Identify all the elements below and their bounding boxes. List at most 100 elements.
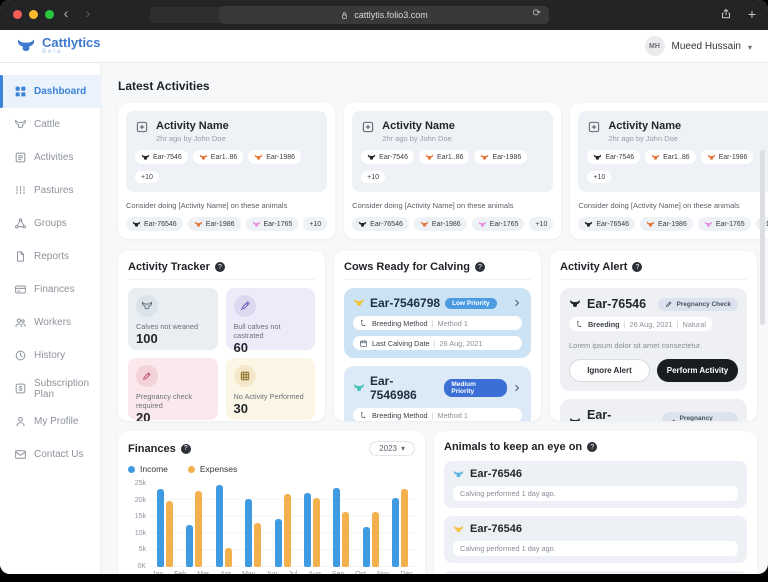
- year-dropdown[interactable]: 2023: [369, 441, 415, 456]
- scrollbar[interactable]: [760, 150, 765, 325]
- animal-tag[interactable]: Ear-1986: [248, 150, 301, 164]
- watch-note: Calving performed 1 day ago.: [453, 486, 738, 501]
- watch-card[interactable]: Ear-76546Calving performed 1 day ago.: [444, 461, 747, 508]
- animal-tag[interactable]: Ear-1765: [246, 217, 299, 231]
- more-tags-chip[interactable]: +10: [135, 171, 159, 183]
- cows-calving-panel: Cows Ready for Calving Ear-7546798Low Pr…: [334, 251, 541, 421]
- stat-value: 100: [136, 331, 210, 346]
- forward-button[interactable]: [80, 5, 96, 21]
- animal-tag[interactable]: Ear-1986: [188, 217, 241, 231]
- more-tags-chip[interactable]: +10: [361, 171, 385, 183]
- finances-panel: Finances 2023 IncomeExpenses 25k20k15k10…: [118, 431, 425, 574]
- sidebar-item-groups[interactable]: Groups: [0, 207, 100, 240]
- animal-tag-label: Ear-7546: [379, 154, 408, 161]
- detail-label: Breeding Method: [372, 319, 428, 328]
- info-icon[interactable]: [632, 262, 642, 272]
- ear-tag: Ear-7546986: [370, 374, 439, 402]
- ignore-alert-button[interactable]: Ignore Alert: [569, 359, 650, 382]
- animal-tag[interactable]: Ear-1986: [701, 150, 754, 164]
- animal-tag[interactable]: Ear1..86: [193, 150, 243, 164]
- y-tick-label: 15k: [128, 513, 146, 520]
- bar-group: [333, 488, 349, 567]
- new-tab-button[interactable]: [748, 6, 756, 22]
- app-header: Cattlytics Beta MH Mueed Hussain: [0, 30, 768, 63]
- sidebar-item-dashboard[interactable]: Dashboard: [0, 75, 100, 108]
- expenses-bar: [195, 491, 202, 567]
- activity-name: Activity Name: [608, 120, 681, 132]
- expenses-bar: [254, 523, 261, 567]
- sidebar-item-workers[interactable]: Workers: [0, 306, 100, 339]
- info-icon[interactable]: [587, 442, 597, 452]
- animal-tag[interactable]: Ear-7546: [587, 150, 640, 164]
- animal-tag[interactable]: Ear1..86: [645, 150, 695, 164]
- zoom-window-button[interactable]: [45, 10, 54, 19]
- watch-card[interactable]: Ear-76546Calving performed 1 day ago.: [444, 516, 747, 563]
- sidebar-item-subscription-plan[interactable]: Subscription Plan: [0, 372, 100, 405]
- animal-tag-label: Ear-1986: [719, 154, 748, 161]
- bar-group: [304, 493, 320, 567]
- animal-tag[interactable]: Ear-1986: [474, 150, 527, 164]
- more-tags-chip[interactable]: +10: [529, 217, 553, 231]
- animal-tag[interactable]: Ear-7546: [135, 150, 188, 164]
- sidebar-item-my-profile[interactable]: My Profile: [0, 405, 100, 438]
- animals-watch-panel: Animals to keep an eye on Ear-76546Calvi…: [434, 431, 757, 574]
- share-icon: [720, 8, 732, 20]
- finances-icon: [14, 283, 27, 296]
- window-edge: [0, 574, 768, 582]
- sidebar-item-history[interactable]: History: [0, 339, 100, 372]
- animal-tag[interactable]: Ear-76546: [578, 217, 635, 231]
- info-icon[interactable]: [475, 262, 485, 272]
- perform-activity-button[interactable]: Perform Activity: [657, 359, 738, 382]
- address-bar[interactable]: cattlytis.folio3.com: [219, 6, 549, 24]
- minimize-window-button[interactable]: [29, 10, 38, 19]
- tracker-stat-bull-calves-not-castrated[interactable]: Bull calves not castrated60: [226, 288, 316, 350]
- share-icon[interactable]: [720, 8, 732, 20]
- sidebar-item-contact-us[interactable]: Contact Us: [0, 438, 100, 471]
- sidebar-item-cattle[interactable]: Cattle: [0, 108, 100, 141]
- tracker-stat-no-activity-performed[interactable]: No Activity Performed30: [226, 358, 316, 420]
- activity-name: Activity Name: [156, 120, 229, 132]
- animal-tag[interactable]: Ear-1765: [698, 217, 751, 231]
- cow-icon: [646, 220, 655, 229]
- sidebar-item-pastures[interactable]: Pastures: [0, 174, 100, 207]
- user-menu[interactable]: MH Mueed Hussain: [645, 36, 753, 56]
- calving-card[interactable]: Ear-7546986Medium PriorityBreeding Metho…: [344, 366, 531, 421]
- chevron-right-icon[interactable]: [512, 383, 522, 393]
- animal-tag[interactable]: Ear-1986: [640, 217, 693, 231]
- reload-icon[interactable]: [533, 8, 541, 19]
- pastures-icon: [14, 184, 27, 197]
- animal-tag[interactable]: Ear-7546: [361, 150, 414, 164]
- sidebar-item-activities[interactable]: Activities: [0, 141, 100, 174]
- tracker-stat-pregnancy-check-required[interactable]: Pregnancy check required20: [128, 358, 218, 420]
- tracker-stat-calves-not-weaned[interactable]: Calves not weaned100: [128, 288, 218, 350]
- animal-tag[interactable]: Ear-76546: [126, 217, 183, 231]
- detail-value: Method 1: [437, 411, 467, 420]
- y-tick-label: 20k: [128, 497, 146, 504]
- activity-card: Activity Name2hr ago by John DoeEar-7546…: [118, 103, 335, 239]
- y-tick-label: 0K: [128, 563, 146, 570]
- chevron-right-icon[interactable]: [512, 298, 522, 308]
- profile-icon: [14, 415, 27, 428]
- detail-row-last-calving-date: Last Calving Date26 Aug, 2021: [353, 336, 522, 350]
- alert-detail-row: Breeding26 Aug, 2021Natural: [569, 317, 712, 331]
- more-tags-chip[interactable]: +10: [303, 217, 327, 231]
- cow-icon: [367, 153, 376, 162]
- sidebar-item-label: Contact Us: [34, 449, 83, 460]
- calving-card[interactable]: Ear-7546798Low PriorityBreeding MethodMe…: [344, 288, 531, 358]
- info-icon[interactable]: [215, 262, 225, 272]
- cow-icon: [358, 220, 367, 229]
- animal-tag[interactable]: Ear-1986: [414, 217, 467, 231]
- finances-icon: [14, 283, 27, 296]
- cow-icon: [16, 36, 36, 56]
- animal-tag[interactable]: Ear-76546: [352, 217, 409, 231]
- sidebar-item-reports[interactable]: Reports: [0, 240, 100, 273]
- plus-square-icon: [135, 120, 149, 134]
- activity-card-summary: Activity Name2hr ago by John DoeEar-7546…: [126, 111, 327, 192]
- more-tags-chip[interactable]: +10: [587, 171, 611, 183]
- animal-tag[interactable]: Ear1..86: [419, 150, 469, 164]
- close-window-button[interactable]: [13, 10, 22, 19]
- info-icon[interactable]: [181, 444, 191, 454]
- sidebar-item-finances[interactable]: Finances: [0, 273, 100, 306]
- back-button[interactable]: [58, 5, 74, 21]
- animal-tag[interactable]: Ear-1765: [472, 217, 525, 231]
